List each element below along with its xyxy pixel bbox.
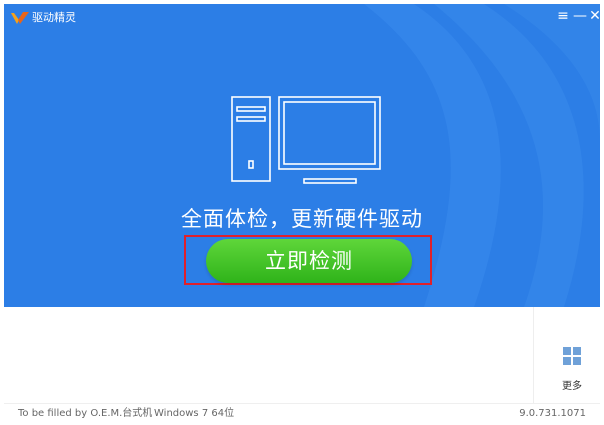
grid-icon[interactable] [563,347,581,365]
slogan-text: 全面体检，更新硬件驱动 [181,207,423,231]
driver-genius-logo-icon [11,12,29,24]
grid-cell [573,347,581,355]
close-icon[interactable]: ✕ [588,8,602,24]
more-label[interactable]: 更多 [556,377,588,392]
title-bar: 驱动精灵 ≡ — ✕ [4,4,602,30]
version-info: 9.0.731.1071 [519,408,586,419]
app-window: 驱动精灵 ≡ — ✕ 全面体检，更新硬件驱动 立即检测 更多 To be fil… [0,0,604,425]
desktop-computer-icon [231,96,381,184]
menu-icon[interactable]: ≡ [556,8,570,24]
grid-cell [563,347,571,355]
status-bar: To be filled by O.E.M.台式机 Windows 7 64位 … [4,403,600,422]
app-title: 驱动精灵 [32,11,76,24]
machine-info: To be filled by O.E.M.台式机 [18,408,153,419]
os-info: Windows 7 64位 [154,408,235,419]
grid-cell [573,357,581,365]
minimize-icon[interactable]: — [573,8,587,24]
scan-now-button[interactable]: 立即检测 [206,239,412,283]
side-divider [533,307,534,403]
grid-cell [563,357,571,365]
